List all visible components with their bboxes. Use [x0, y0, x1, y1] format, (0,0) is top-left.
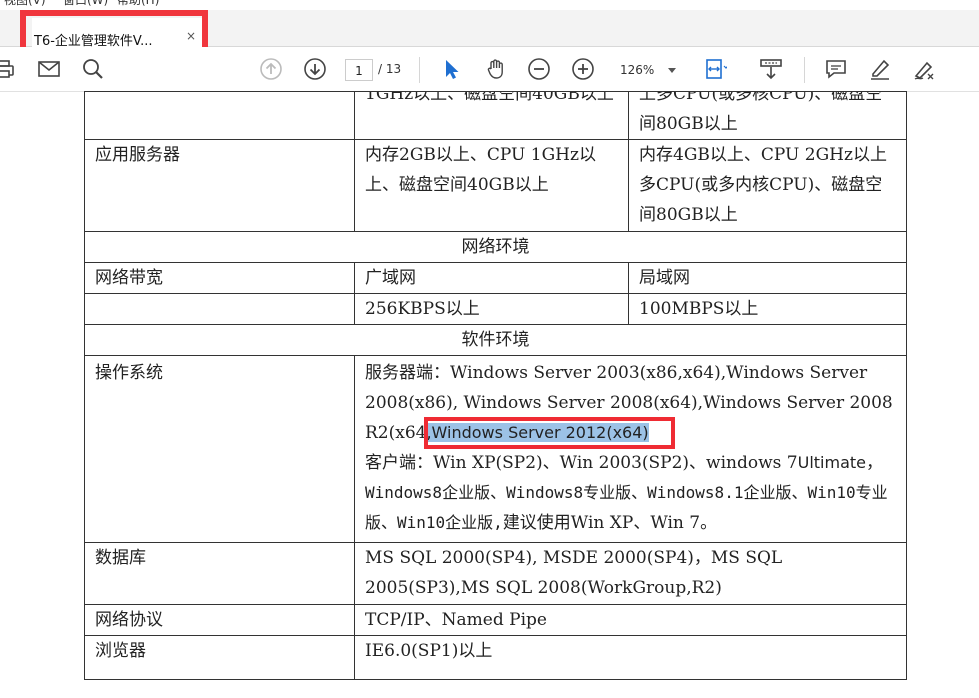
- zoom-value: 126%: [620, 63, 655, 77]
- section-header: 软件环境: [84, 324, 907, 356]
- comment-icon[interactable]: [824, 57, 848, 81]
- menu-view[interactable]: 视图(V): [4, 0, 46, 8]
- tab-close-icon[interactable]: ×: [186, 29, 196, 43]
- os-client-text-end: ，: [866, 453, 884, 473]
- table-cell: 广域网: [354, 262, 629, 294]
- prev-page-icon[interactable]: [259, 57, 283, 81]
- row-label: 操作系统: [84, 355, 355, 543]
- table-row: 网络协议 TCP/IP、Named Pipe: [84, 604, 907, 636]
- table-cell: 上多CPU(或多核CPU)、磁盘空间80GB以上: [628, 91, 907, 140]
- highlight-icon[interactable]: [868, 57, 892, 81]
- table-cell: 内存2GB以上、CPU 1GHz以上、磁盘空间40GB以上: [354, 139, 629, 232]
- menu-window[interactable]: 窗口(W): [63, 0, 108, 8]
- menu-help[interactable]: 帮助(H): [117, 0, 159, 8]
- table-row: 网络环境: [84, 231, 907, 263]
- table-row: 浏览器 IE6.0(SP1)以上: [84, 635, 907, 680]
- page-number-input[interactable]: 1: [345, 59, 373, 81]
- table-cell: 内存4GB以上、CPU 2GHz以上多CPU(或多内核CPU)、磁盘空间80GB…: [628, 139, 907, 232]
- table-cell: 100MBPS以上: [628, 293, 907, 325]
- table-row: 1GHz以上、磁盘空间40GB以上 上多CPU(或多核CPU)、磁盘空间80GB…: [84, 91, 907, 140]
- table-cell: 局域网: [628, 262, 907, 294]
- select-icon[interactable]: [440, 57, 464, 81]
- table-cell: IE6.0(SP1)以上: [354, 635, 907, 680]
- os-recommendation: 建议使用Win XP、Win 7。: [502, 513, 718, 533]
- table-cell: MS SQL 2000(SP4), MSDE 2000(SP4)，MS SQL …: [354, 542, 907, 605]
- os-cell: 服务器端：Windows Server 2003(x86,x64),Window…: [354, 355, 907, 543]
- zoom-in-icon[interactable]: [571, 57, 595, 81]
- cell-text: 1GHz以上、磁盘空间40GB以上: [365, 91, 614, 105]
- table-cell: TCP/IP、Named Pipe: [354, 604, 907, 636]
- table-cell: [84, 91, 355, 140]
- print-icon[interactable]: [0, 57, 16, 81]
- os-client-text-ultimate: Ultimate: [797, 453, 867, 472]
- zoom-dropdown[interactable]: 126%: [614, 59, 684, 81]
- cell-text: 上多CPU(或多核CPU)、磁盘空间80GB以上: [639, 91, 883, 135]
- row-label: 网络协议: [84, 604, 355, 636]
- table-row: 256KBPS以上 100MBPS以上: [84, 293, 907, 325]
- table-cell: 256KBPS以上: [354, 293, 629, 325]
- row-label: 数据库: [84, 542, 355, 605]
- table-row: 软件环境: [84, 324, 907, 356]
- email-icon[interactable]: [37, 57, 61, 81]
- search-icon[interactable]: [81, 57, 105, 81]
- menu-bar: 视图(V) 窗口(W) 帮助(H): [0, 0, 979, 10]
- table-row: 操作系统 服务器端：Windows Server 2003(x86,x64),W…: [84, 355, 907, 543]
- row-label: 网络带宽: [84, 262, 355, 294]
- table-cell: 1GHz以上、磁盘空间40GB以上: [354, 91, 629, 140]
- table-row: 网络带宽 广域网 局域网: [84, 262, 907, 294]
- sign-icon[interactable]: [912, 57, 936, 81]
- separator: [419, 57, 420, 83]
- page-total: / 13: [378, 62, 402, 76]
- hand-icon[interactable]: [484, 57, 508, 81]
- zoom-out-icon[interactable]: [527, 57, 551, 81]
- os-client-text: 客户端：Win XP(SP2)、Win 2003(SP2)、windows 7: [365, 453, 798, 473]
- separator: [804, 57, 805, 83]
- row-label: 浏览器: [84, 635, 355, 680]
- red-annotation-box: [424, 417, 675, 449]
- tab-bar: T6-企业管理软件V... ×: [0, 10, 979, 65]
- row-label: 应用服务器: [84, 139, 355, 232]
- scroll-mode-icon[interactable]: [759, 57, 783, 81]
- chevron-down-icon: [668, 68, 676, 73]
- table-row: 数据库 MS SQL 2000(SP4), MSDE 2000(SP4)，MS …: [84, 542, 907, 605]
- section-header: 网络环境: [84, 231, 907, 263]
- next-page-icon[interactable]: [303, 57, 327, 81]
- table-cell: [84, 293, 355, 325]
- table-row: 应用服务器 内存2GB以上、CPU 1GHz以上、磁盘空间40GB以上 内存4G…: [84, 139, 907, 232]
- requirements-table: 1GHz以上、磁盘空间40GB以上 上多CPU(或多核CPU)、磁盘空间80GB…: [84, 91, 907, 680]
- fit-page-icon[interactable]: [703, 57, 727, 81]
- toolbar: 1 / 13 126%: [0, 47, 979, 92]
- document-page: 1GHz以上、磁盘空间40GB以上 上多CPU(或多核CPU)、磁盘空间80GB…: [84, 91, 907, 680]
